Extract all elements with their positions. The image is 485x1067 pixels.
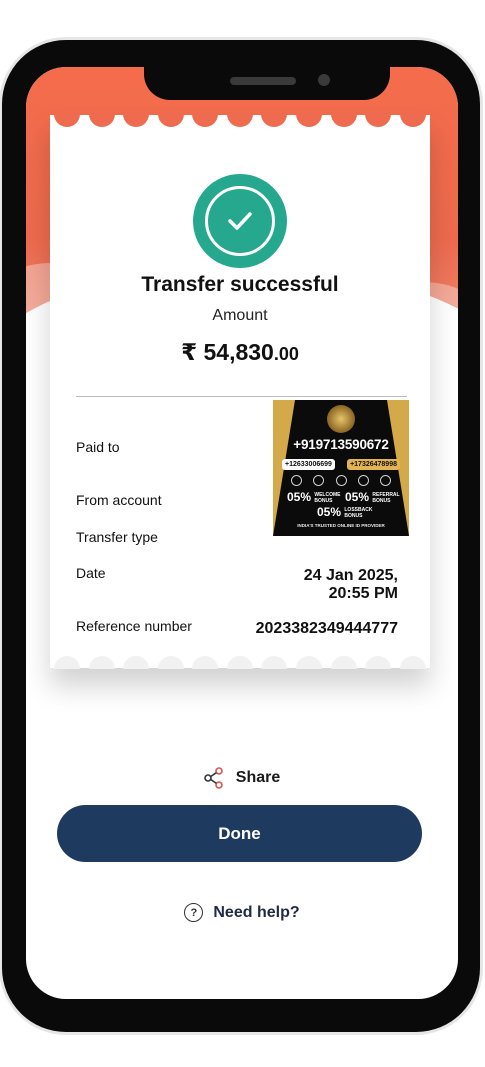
paid-to-label: Paid to [76,439,120,455]
amount-label: Amount [212,307,268,324]
question-circle-icon: ? [184,903,204,922]
ad-bonus-lossback: 05% LOSSBACK BONUS [317,505,373,519]
date-label: Date [76,565,106,581]
ad-logo [327,405,355,433]
checkmark-circle-icon [193,174,287,268]
share-button[interactable]: Share [26,767,458,789]
ad-phone-number: +919713590672 [293,437,389,452]
speaker-grille [230,77,296,85]
receipt-divider [76,396,407,397]
phone-notch [144,67,390,100]
ad-bonus-referral: 05% REFERRAL BONUS [345,490,400,504]
advertisement-overlay-image: +919713590672 +12633006699 +17326478998 … [273,400,409,536]
ad-number-left: +12633006699 [282,459,335,470]
date-value-line1: 24 Jan 2025, [303,567,398,584]
share-label: Share [235,769,281,786]
date-value-line2: 20:55 PM [328,585,398,602]
phone-frame: Transfer successful Amount ₹ 54,830.00 P… [2,40,480,1032]
ad-bonus-welcome: 05% WELCOME BONUS [287,490,341,504]
receipt-bottom-edge [50,655,430,669]
ad-footer-text: INDIA'S TRUSTED ONLINE ID PROVIDER [297,523,385,528]
done-button[interactable]: Done [57,805,422,862]
from-account-label: From account [76,492,162,508]
receipt-top-edge [50,114,430,128]
date-value: 24 Jan 2025, 20:55 PM [304,567,398,603]
amount-value: ₹ 54,830.00 [50,339,430,366]
need-help-label: Need help? [213,903,300,921]
reference-number-label: Reference number [76,618,192,634]
reference-number-value: 2023382349444777 [255,620,398,637]
amount-paise: .00 [273,344,299,364]
front-camera [318,74,330,86]
ad-feature-icons [291,475,391,486]
transfer-receipt-card: Transfer successful Amount ₹ 54,830.00 P… [50,114,430,669]
status-title: Transfer successful [141,273,339,296]
amount-main: ₹ 54,830 [181,339,274,365]
share-icon [203,767,223,789]
transfer-type-label: Transfer type [76,529,158,545]
need-help-link[interactable]: ? Need help? [26,903,458,922]
app-screen: Transfer successful Amount ₹ 54,830.00 P… [26,67,458,999]
ad-number-right: +17326478998 [347,459,400,470]
